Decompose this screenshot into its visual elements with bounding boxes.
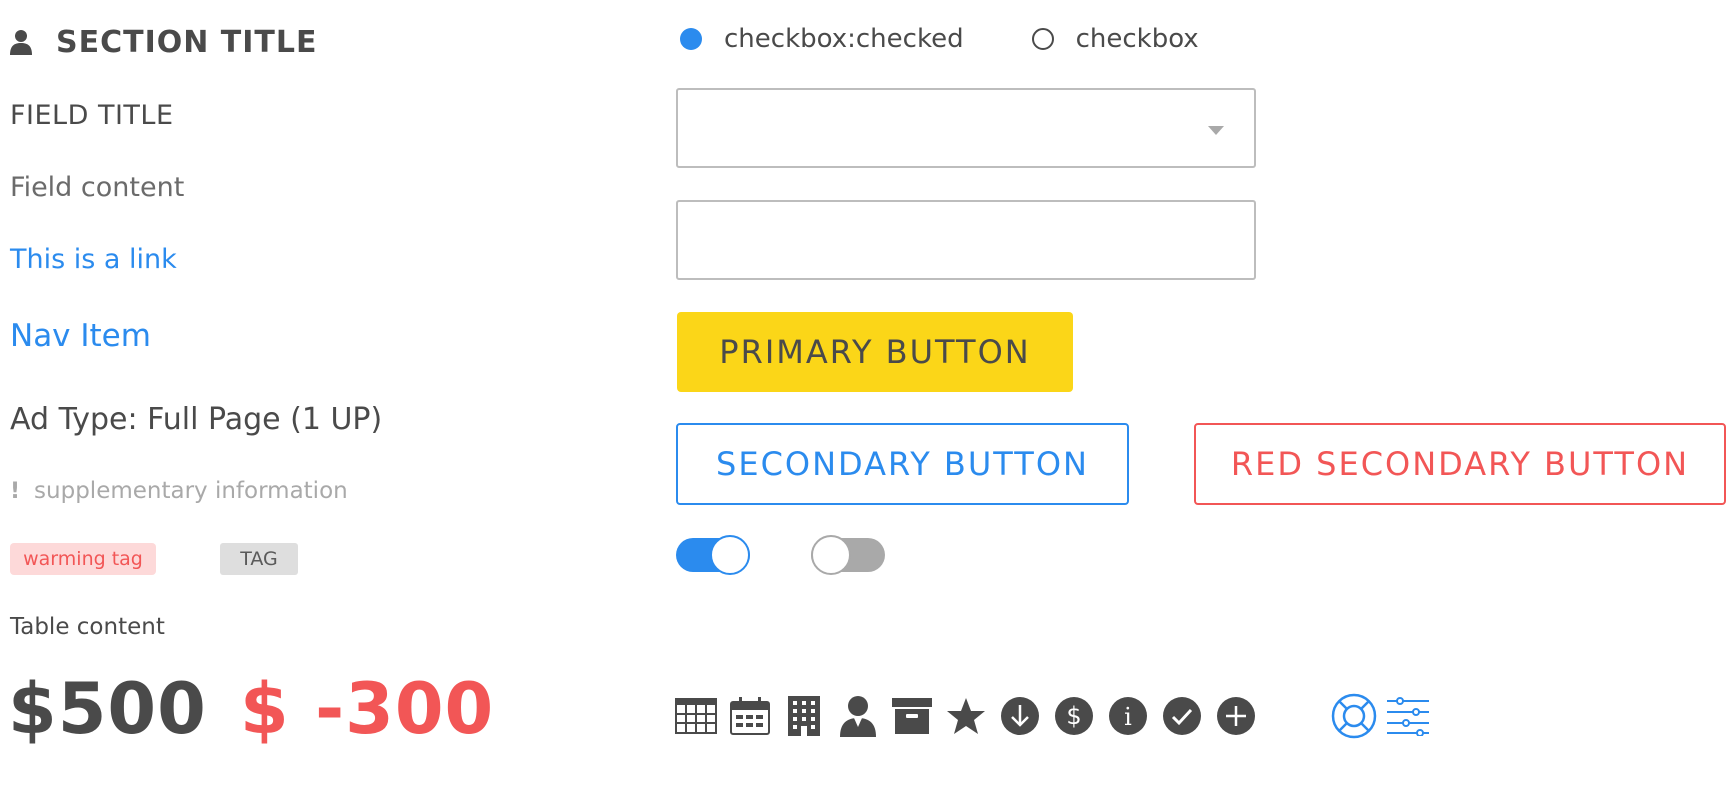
radio-unchecked-label: checkbox [1075, 24, 1199, 54]
field-title: FIELD TITLE [10, 100, 174, 131]
dropdown-select[interactable] [676, 88, 1256, 168]
sample-link[interactable]: This is a link [10, 244, 177, 275]
check-circle-icon [1158, 692, 1206, 740]
arrow-down-circle-icon [996, 692, 1044, 740]
icon-row: $ i [672, 692, 1438, 740]
default-tag: TAG [220, 543, 298, 575]
radio-checked-label: checkbox:checked [724, 24, 964, 54]
toggle-off-knob[interactable] [811, 535, 851, 575]
supplementary-info: ! supplementary information [10, 478, 348, 504]
caret-down-icon[interactable] [1208, 126, 1224, 135]
star-icon [942, 692, 990, 740]
sliders-icon[interactable] [1384, 692, 1432, 740]
amount-negative: $ -300 [240, 668, 495, 750]
amount-positive: $500 [8, 668, 207, 750]
secondary-button[interactable]: SECONDARY BUTTON [676, 423, 1129, 505]
lifebuoy-icon[interactable] [1330, 692, 1378, 740]
section-title: SECTION TITLE [10, 22, 318, 62]
field-content: Field content [10, 172, 185, 203]
text-input[interactable] [676, 200, 1256, 280]
radio-unchecked-indicator[interactable] [1031, 28, 1054, 50]
info-circle-icon: i [1104, 692, 1152, 740]
table-icon [672, 692, 720, 740]
red-secondary-button[interactable]: RED SECONDARY BUTTON [1194, 423, 1726, 505]
warning-tag: warming tag [10, 543, 156, 575]
section-title-label: SECTION TITLE [56, 24, 318, 60]
svg-text:$: $ [1066, 702, 1081, 730]
user-icon [10, 29, 32, 55]
plus-circle-icon [1212, 692, 1260, 740]
radio-checked-indicator[interactable] [680, 28, 702, 50]
radio-group: checkbox:checked checkbox [680, 24, 1199, 54]
radio-unchecked[interactable]: checkbox [1031, 24, 1199, 54]
building-icon [780, 692, 828, 740]
dollar-circle-icon: $ [1050, 692, 1098, 740]
exclamation-icon: ! [10, 478, 21, 504]
svg-text:i: i [1124, 703, 1132, 731]
supplementary-text: supplementary information [34, 478, 348, 504]
nav-item[interactable]: Nav Item [10, 318, 151, 354]
toggle-on[interactable] [676, 535, 750, 575]
user-icon [834, 692, 882, 740]
ad-type-label: Ad Type: Full Page (1 UP) [10, 402, 383, 437]
radio-checked[interactable]: checkbox:checked [680, 24, 964, 54]
toggle-off[interactable] [811, 535, 885, 575]
toggle-on-knob[interactable] [710, 535, 750, 575]
archive-icon [888, 692, 936, 740]
calendar-icon [726, 692, 774, 740]
table-content: Table content [10, 614, 165, 640]
primary-button[interactable]: PRIMARY BUTTON [677, 312, 1073, 392]
